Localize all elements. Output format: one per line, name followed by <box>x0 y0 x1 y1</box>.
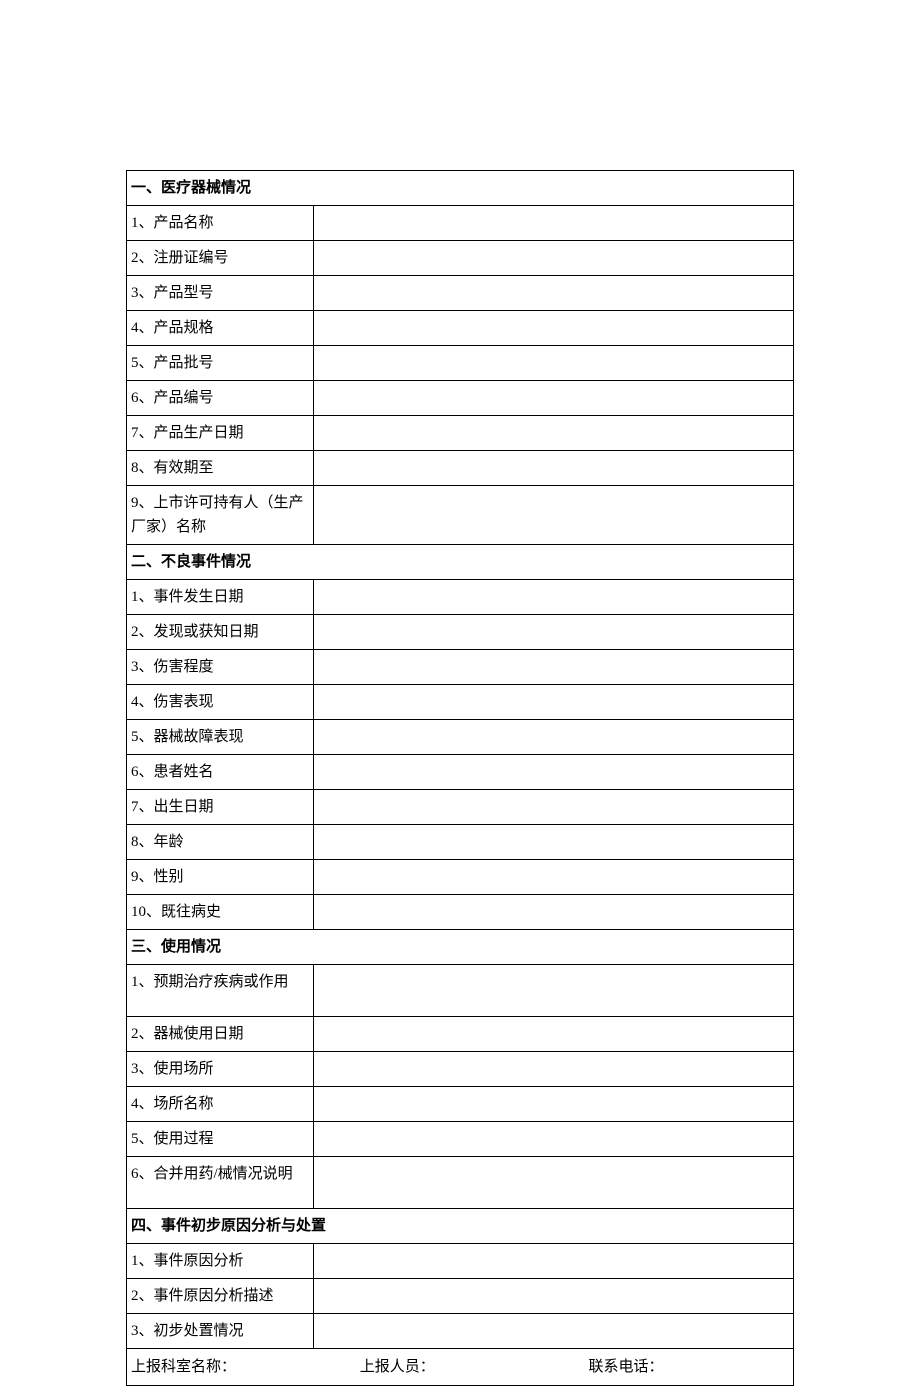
field-value[interactable] <box>314 1052 794 1087</box>
table-row: 6、产品编号 <box>127 381 794 416</box>
section1-header: 一、医疗器械情况 <box>127 171 794 206</box>
field-label: 7、产品生产日期 <box>127 416 314 451</box>
field-value[interactable] <box>314 416 794 451</box>
field-value[interactable] <box>314 1017 794 1052</box>
field-value[interactable] <box>314 1314 794 1349</box>
table-row: 4、场所名称 <box>127 1087 794 1122</box>
footer-phone-label: 联系电话： <box>589 1355 664 1379</box>
field-value[interactable] <box>314 755 794 790</box>
footer-row: 上报科室名称： 上报人员： 联系电话： <box>127 1349 794 1386</box>
field-value[interactable] <box>314 1244 794 1279</box>
field-label: 5、使用过程 <box>127 1122 314 1157</box>
section1-header-row: 一、医疗器械情况 <box>127 171 794 206</box>
table-row: 9、性别 <box>127 860 794 895</box>
field-label: 3、产品型号 <box>127 276 314 311</box>
table-row: 2、注册证编号 <box>127 241 794 276</box>
table-row: 1、预期治疗疾病或作用 <box>127 965 794 1017</box>
field-value[interactable] <box>314 650 794 685</box>
field-label: 1、预期治疗疾病或作用 <box>127 965 314 1017</box>
field-value[interactable] <box>314 486 794 545</box>
table-row: 4、伤害表现 <box>127 685 794 720</box>
field-label: 2、事件原因分析描述 <box>127 1279 314 1314</box>
field-label: 6、产品编号 <box>127 381 314 416</box>
field-value[interactable] <box>314 580 794 615</box>
field-value[interactable] <box>314 685 794 720</box>
field-value[interactable] <box>314 1279 794 1314</box>
field-label: 6、合并用药/械情况说明 <box>127 1157 314 1209</box>
table-row: 7、出生日期 <box>127 790 794 825</box>
field-label: 3、伤害程度 <box>127 650 314 685</box>
field-label: 5、器械故障表现 <box>127 720 314 755</box>
field-label: 3、初步处置情况 <box>127 1314 314 1349</box>
form-table: 一、医疗器械情况 1、产品名称 2、注册证编号 3、产品型号 4、产品规格 5、… <box>126 170 794 1386</box>
table-row: 1、产品名称 <box>127 206 794 241</box>
field-value[interactable] <box>314 381 794 416</box>
table-row: 5、产品批号 <box>127 346 794 381</box>
field-label: 9、上市许可持有人（生产厂家）名称 <box>127 486 314 545</box>
field-value[interactable] <box>314 1122 794 1157</box>
table-row: 3、使用场所 <box>127 1052 794 1087</box>
field-value[interactable] <box>314 790 794 825</box>
field-label: 2、注册证编号 <box>127 241 314 276</box>
field-label: 10、既往病史 <box>127 895 314 930</box>
table-row: 3、伤害程度 <box>127 650 794 685</box>
field-label: 4、产品规格 <box>127 311 314 346</box>
table-row: 9、上市许可持有人（生产厂家）名称 <box>127 486 794 545</box>
field-value[interactable] <box>314 346 794 381</box>
table-row: 8、有效期至 <box>127 451 794 486</box>
field-value[interactable] <box>314 860 794 895</box>
field-label: 1、事件原因分析 <box>127 1244 314 1279</box>
table-row: 5、器械故障表现 <box>127 720 794 755</box>
section3-header: 三、使用情况 <box>127 930 794 965</box>
field-label: 9、性别 <box>127 860 314 895</box>
table-row: 8、年龄 <box>127 825 794 860</box>
field-label: 8、年龄 <box>127 825 314 860</box>
field-value[interactable] <box>314 311 794 346</box>
section3-header-row: 三、使用情况 <box>127 930 794 965</box>
table-row: 6、合并用药/械情况说明 <box>127 1157 794 1209</box>
field-label: 1、产品名称 <box>127 206 314 241</box>
section2-header-row: 二、不良事件情况 <box>127 545 794 580</box>
field-label: 4、伤害表现 <box>127 685 314 720</box>
field-label: 7、出生日期 <box>127 790 314 825</box>
field-label: 2、器械使用日期 <box>127 1017 314 1052</box>
table-row: 6、患者姓名 <box>127 755 794 790</box>
table-row: 4、产品规格 <box>127 311 794 346</box>
table-row: 7、产品生产日期 <box>127 416 794 451</box>
footer-dept-label: 上报科室名称： <box>131 1355 236 1379</box>
table-row: 1、事件发生日期 <box>127 580 794 615</box>
field-label: 8、有效期至 <box>127 451 314 486</box>
field-value[interactable] <box>314 1087 794 1122</box>
table-row: 3、产品型号 <box>127 276 794 311</box>
footer-cell: 上报科室名称： 上报人员： 联系电话： <box>127 1349 794 1386</box>
table-row: 1、事件原因分析 <box>127 1244 794 1279</box>
field-value[interactable] <box>314 451 794 486</box>
field-value[interactable] <box>314 206 794 241</box>
section4-header-row: 四、事件初步原因分析与处置 <box>127 1209 794 1244</box>
field-label: 4、场所名称 <box>127 1087 314 1122</box>
table-row: 2、发现或获知日期 <box>127 615 794 650</box>
field-label: 1、事件发生日期 <box>127 580 314 615</box>
section4-header: 四、事件初步原因分析与处置 <box>127 1209 794 1244</box>
table-row: 10、既往病史 <box>127 895 794 930</box>
table-row: 3、初步处置情况 <box>127 1314 794 1349</box>
field-value[interactable] <box>314 825 794 860</box>
field-value[interactable] <box>314 720 794 755</box>
field-value[interactable] <box>314 276 794 311</box>
table-row: 2、事件原因分析描述 <box>127 1279 794 1314</box>
field-value[interactable] <box>314 615 794 650</box>
field-value[interactable] <box>314 241 794 276</box>
field-label: 6、患者姓名 <box>127 755 314 790</box>
field-value[interactable] <box>314 1157 794 1209</box>
table-row: 5、使用过程 <box>127 1122 794 1157</box>
field-label: 3、使用场所 <box>127 1052 314 1087</box>
footer-person-label: 上报人员： <box>360 1355 435 1379</box>
field-value[interactable] <box>314 965 794 1017</box>
field-label: 2、发现或获知日期 <box>127 615 314 650</box>
field-value[interactable] <box>314 895 794 930</box>
table-row: 2、器械使用日期 <box>127 1017 794 1052</box>
section2-header: 二、不良事件情况 <box>127 545 794 580</box>
field-label: 5、产品批号 <box>127 346 314 381</box>
